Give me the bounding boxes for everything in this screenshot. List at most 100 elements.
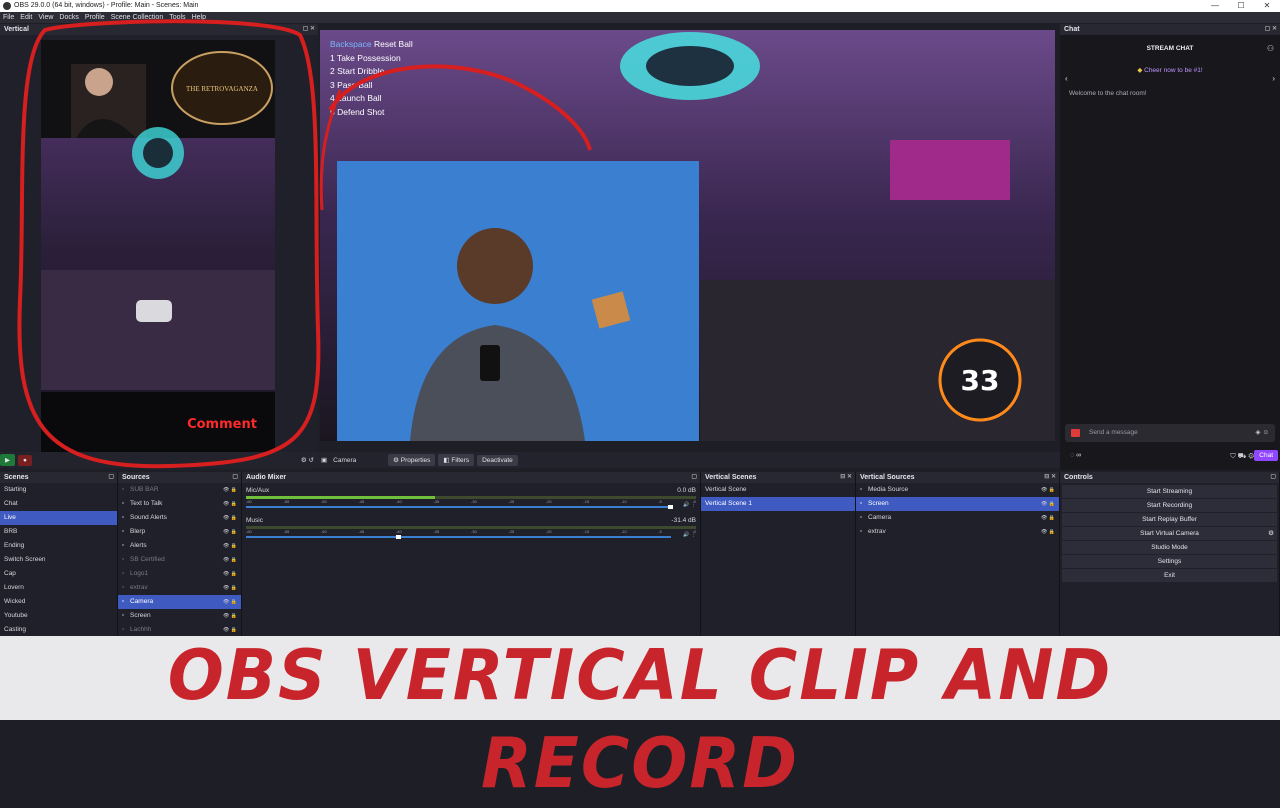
channel-db: -31.4 dB <box>671 517 696 524</box>
mute-settings-icon[interactable]: 🔊 ⋮ <box>683 502 696 508</box>
visibility-lock-icons[interactable]: 👁 🔒 <box>223 539 237 553</box>
volume-slider-handle[interactable] <box>668 505 673 509</box>
scene-item[interactable]: Youtube <box>0 609 117 623</box>
source-item[interactable]: ▫ Sound Alerts 👁 🔒 <box>118 511 241 525</box>
source-item[interactable]: ▫ Logo1 👁 🔒 <box>118 567 241 581</box>
visibility-lock-icons[interactable]: 👁 🔒 <box>1041 525 1055 539</box>
source-type-icon: ▫ <box>122 486 125 493</box>
chat-welcome: Welcome to the chat room! <box>1069 90 1147 97</box>
chat-send-button[interactable]: Chat <box>1254 450 1278 461</box>
audio-mixer-title: Audio Mixer ▢ <box>242 472 700 483</box>
visibility-lock-icons[interactable]: 👁 🔒 <box>1041 483 1055 497</box>
source-item[interactable]: ▫ Screen 👁 🔒 <box>118 609 241 623</box>
mute-settings-icon[interactable]: 🔊 ⋮ <box>683 532 696 538</box>
visibility-lock-icons[interactable]: 👁 🔒 <box>223 511 237 525</box>
sources-dock-icon[interactable]: ▢ <box>232 472 238 483</box>
properties-button[interactable]: ⚙ Properties <box>388 454 436 466</box>
scene-item[interactable]: Lovern <box>0 581 117 595</box>
control-button[interactable]: Start Recording <box>1062 499 1277 512</box>
volume-slider[interactable] <box>246 505 673 509</box>
scene-item[interactable]: Wicked <box>0 595 117 609</box>
source-label: Alerts <box>130 542 147 549</box>
meter-tick-label: -30 <box>470 529 477 534</box>
scene-item[interactable]: Live <box>0 511 117 525</box>
visibility-lock-icons[interactable]: 👁 🔒 <box>223 595 237 609</box>
scene-item[interactable]: Cap <box>0 567 117 581</box>
control-button[interactable]: Start Replay Buffer <box>1062 513 1277 526</box>
volume-slider[interactable] <box>246 535 671 539</box>
scene-item[interactable]: Ending <box>0 539 117 553</box>
vertical-scenes-dock-icon[interactable]: ⊟ ✕ <box>840 472 852 483</box>
visibility-lock-icons[interactable]: 👁 🔒 <box>223 497 237 511</box>
source-item[interactable]: ▫ Text to Talk 👁 🔒 <box>118 497 241 511</box>
vertical-source-type-icon: ▫ <box>860 500 863 507</box>
visibility-lock-icons[interactable]: 👁 🔒 <box>223 553 237 567</box>
control-button[interactable]: Start Virtual Camera ⚙ <box>1062 527 1277 540</box>
cheer-banner[interactable]: ◆ Cheer now to be #1! <box>1060 66 1280 74</box>
visibility-lock-icons[interactable]: 👁 🔒 <box>223 581 237 595</box>
volume-slider-handle[interactable] <box>396 535 401 539</box>
filters-button[interactable]: ◧ Filters <box>438 454 475 466</box>
scene-item[interactable]: Starting <box>0 483 117 497</box>
scene-item[interactable]: BRB <box>0 525 117 539</box>
vertical-source-item[interactable]: ▫ Camera 👁 🔒 <box>856 511 1059 525</box>
meter-tick-label: -20 <box>545 499 552 504</box>
meter-tick-label: -15 <box>583 529 590 534</box>
meter-tick-label: -10 <box>620 529 627 534</box>
source-label: SUB BAR <box>130 486 159 493</box>
control-button[interactable]: Settings <box>1062 555 1277 568</box>
vertical-source-item[interactable]: ▫ Screen 👁 🔒 <box>856 497 1059 511</box>
sources-panel: Sources ▢ ▫ SUB BAR 👁 🔒 ▫ Text to Talk 👁 🔒 ▫ Sou… <box>118 472 242 636</box>
visibility-lock-icons[interactable]: 👁 🔒 <box>1041 497 1055 511</box>
control-button[interactable]: Exit <box>1062 569 1277 582</box>
scene-item[interactable]: Chat <box>0 497 117 511</box>
vertical-source-item[interactable]: ▫ Media Source 👁 🔒 <box>856 483 1059 497</box>
scenes-dock-icon[interactable]: ▢ <box>108 472 114 483</box>
emote-icon[interactable]: ◈ ☺ <box>1256 424 1269 442</box>
control-button[interactable]: Studio Mode <box>1062 541 1277 554</box>
chevron-left-icon[interactable]: ‹ <box>1065 74 1068 83</box>
control-button[interactable]: Start Streaming <box>1062 485 1277 498</box>
source-item[interactable]: ▫ Blerp 👁 🔒 <box>118 525 241 539</box>
source-label: extrav <box>130 584 148 591</box>
visibility-lock-icons[interactable]: 👁 🔒 <box>223 567 237 581</box>
visibility-lock-icons[interactable]: 👁 🔒 <box>1041 511 1055 525</box>
selected-source-label: Camera <box>333 456 357 464</box>
chat-dock-float-icon[interactable]: ▢ ✕ <box>1265 24 1277 35</box>
audio-mixer-dock-icon[interactable]: ▢ <box>691 472 697 483</box>
source-type-icon: ▫ <box>122 612 125 619</box>
vertical-scene-item[interactable]: Vertical Scene <box>701 483 855 497</box>
source-item[interactable]: ▫ SUB BAR 👁 🔒 <box>118 483 241 497</box>
visibility-lock-icons[interactable]: 👁 🔒 <box>223 483 237 497</box>
visibility-lock-icons[interactable]: 👁 🔒 <box>223 609 237 623</box>
chat-mod-icons[interactable]: ⛉ ⛟ ⚙ <box>1230 452 1254 461</box>
visibility-lock-icons[interactable]: 👁 🔒 <box>223 525 237 539</box>
meter-tick-label: -35 <box>433 499 440 504</box>
audio-mixer-panel: Audio Mixer ▢ Mic/Aux 0.0 dB -60 -55 -50 -45 -4… <box>242 472 701 636</box>
deactivate-button[interactable]: Deactivate <box>477 454 518 466</box>
meter-tick-label: -25 <box>508 499 515 504</box>
cheer-text: Cheer now to be #1! <box>1144 67 1203 74</box>
source-item[interactable]: ▫ extrav 👁 🔒 <box>118 581 241 595</box>
mixer-channel: Mic/Aux 0.0 dB -60 -55 -50 -45 -40 -35 -30 -25 -20… <box>242 485 700 513</box>
source-item[interactable]: ▫ Camera 👁 🔒 <box>118 595 241 609</box>
controls-dock-icon[interactable]: ▢ <box>1270 472 1276 483</box>
virtual-camera-settings-icon[interactable]: ⚙ <box>1268 527 1274 540</box>
source-item[interactable]: ▫ SB Certified 👁 🔒 <box>118 553 241 567</box>
record-clip-icon[interactable] <box>1071 429 1080 437</box>
scenes-panel: Scenes ▢ Starting Chat Live BRB Ending Switch … <box>0 472 118 636</box>
channel-points[interactable]: ◌ ∞ <box>1070 452 1081 459</box>
users-icon[interactable]: ⚇ <box>1267 44 1274 53</box>
vertical-sources-dock-icon[interactable]: ⊟ ✕ <box>1044 472 1056 483</box>
chevron-right-icon[interactable]: › <box>1272 74 1275 83</box>
controls-panel: Controls ▢ Start Streaming Start Recording… <box>1060 472 1280 636</box>
vertical-source-item[interactable]: ▫ extrav 👁 🔒 <box>856 525 1059 539</box>
source-item[interactable]: ▫ Alerts 👁 🔒 <box>118 539 241 553</box>
source-type-icon: ▫ <box>122 584 125 591</box>
meter-tick-label: -50 <box>320 499 327 504</box>
meter-tick-label: -15 <box>583 499 590 504</box>
vertical-scene-item[interactable]: Vertical Scene 1 <box>701 497 855 511</box>
scene-item[interactable]: Switch Screen <box>0 553 117 567</box>
send-message-input[interactable]: Send a message ◈ ☺ <box>1065 424 1275 442</box>
sources-list: ▫ SUB BAR 👁 🔒 ▫ Text to Talk 👁 🔒 ▫ Sound Alerts… <box>118 483 241 637</box>
